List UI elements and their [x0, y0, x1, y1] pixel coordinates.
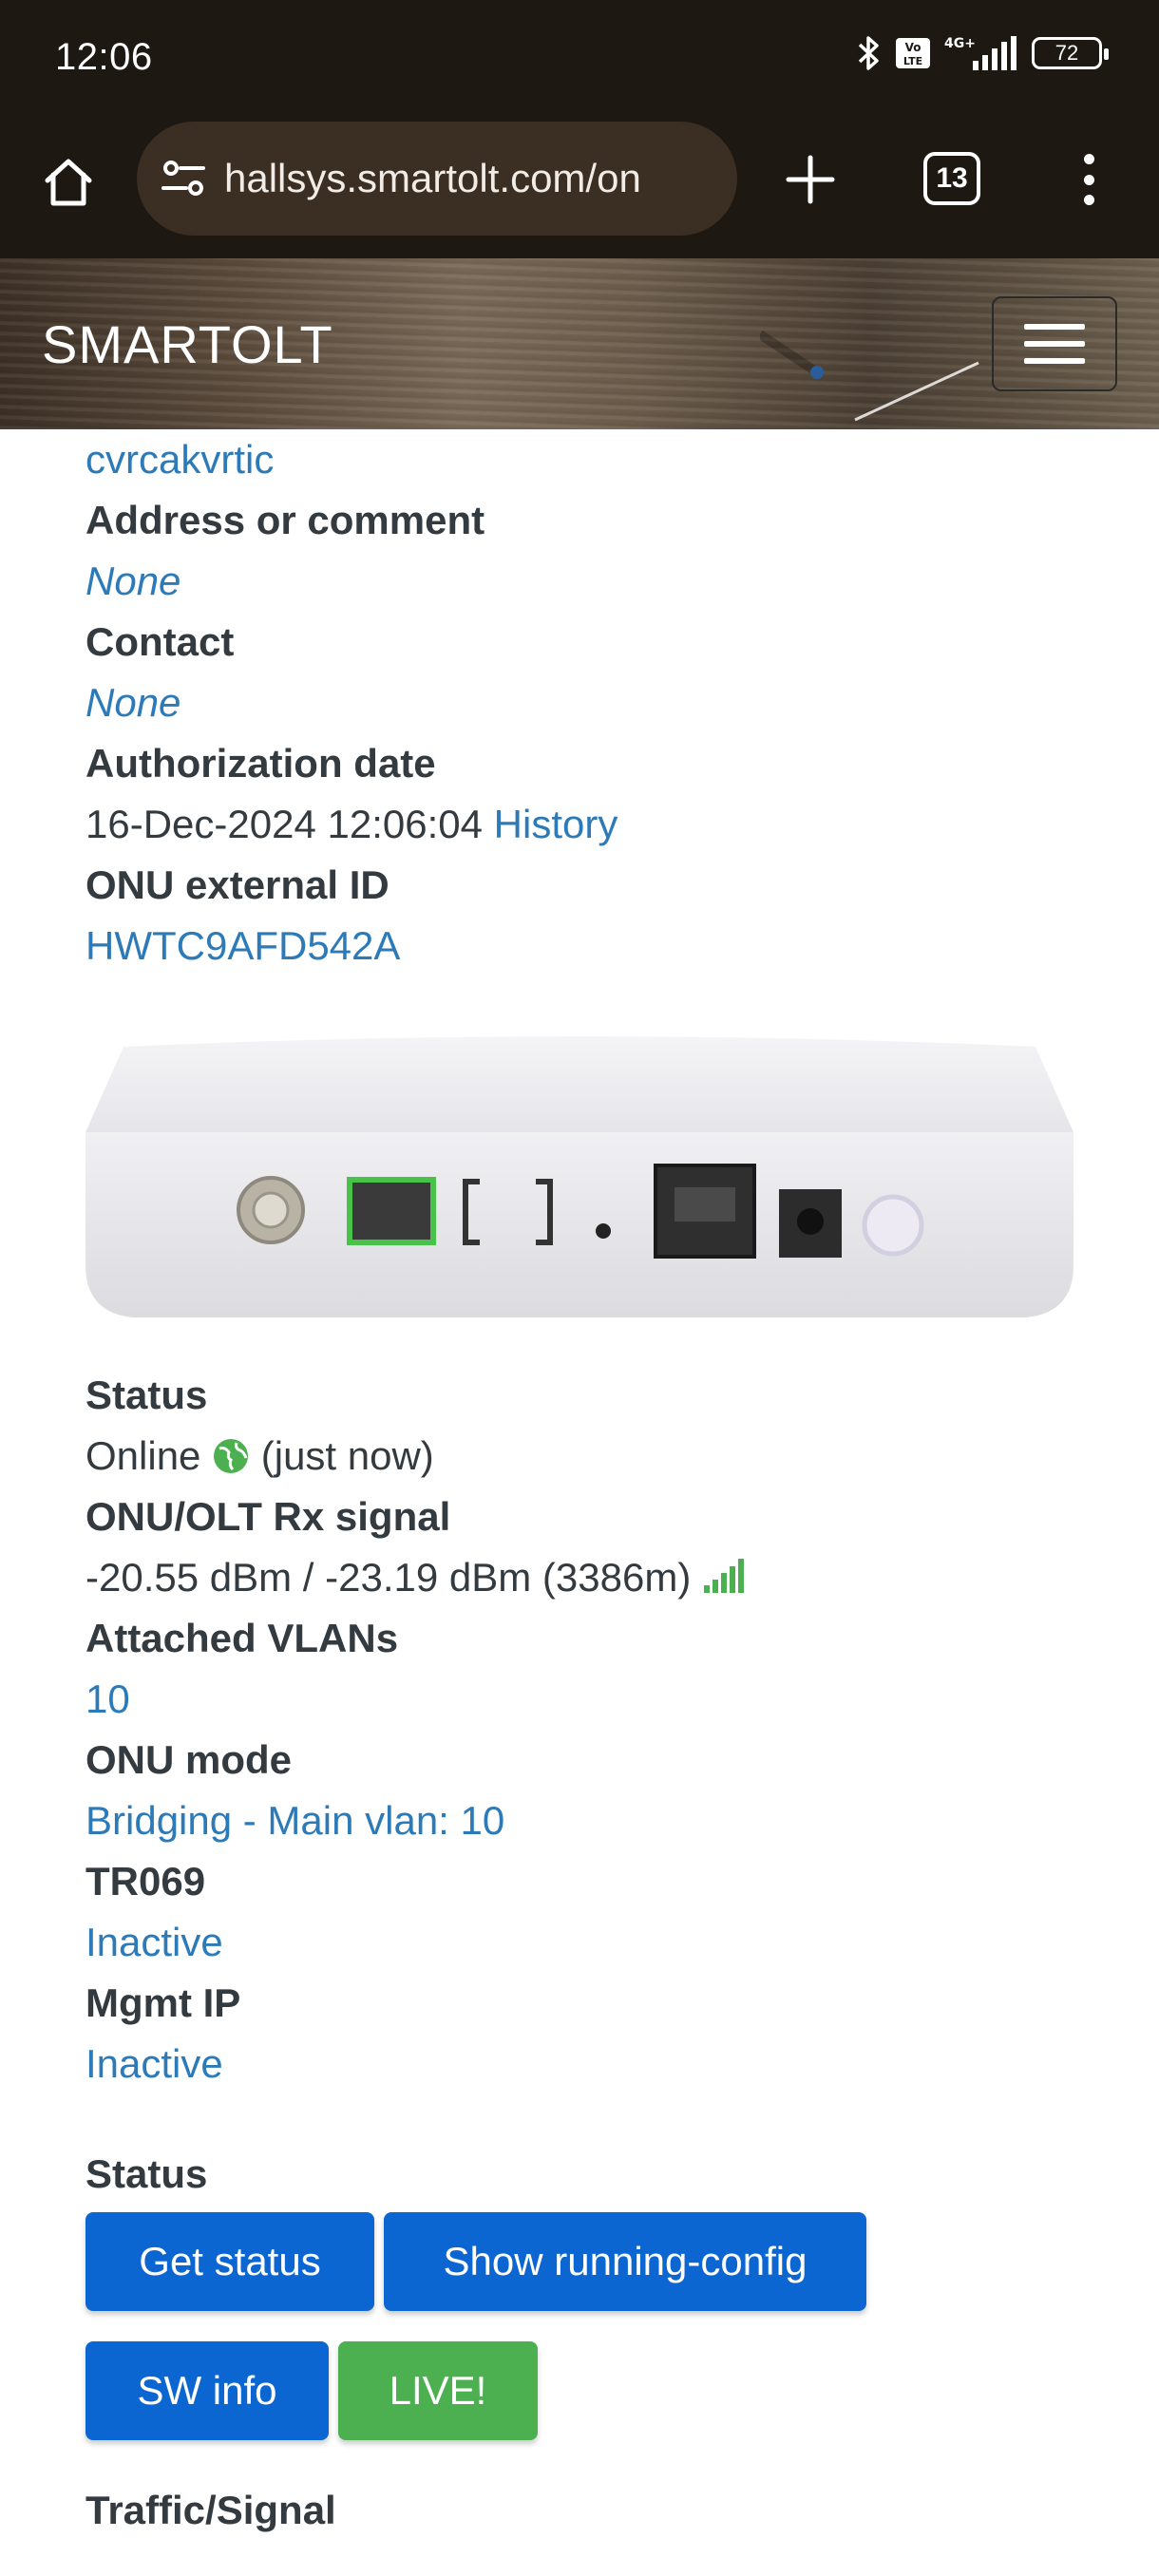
header-decoration — [760, 330, 979, 422]
battery-level: 72 — [1054, 41, 1079, 65]
nav-menu-toggle[interactable] — [992, 296, 1117, 391]
traffic-signal-heading: Traffic/Signal — [86, 2488, 336, 2532]
signal-strength-icon: 4G+ — [944, 36, 1016, 70]
svg-text:Vo: Vo — [905, 41, 922, 54]
onu-mode-value[interactable]: Bridging - Main vlan: 10 — [86, 1790, 1130, 1851]
bluetooth-icon — [858, 36, 879, 70]
plus-icon — [786, 155, 835, 204]
contact-label: Contact — [86, 619, 235, 664]
status-time: 12:06 — [55, 36, 153, 78]
onu-device-image — [86, 1036, 1074, 1317]
menu-dot-icon — [1083, 174, 1094, 185]
svg-text:LTE: LTE — [903, 55, 922, 67]
site-header: SMARTOLT — [0, 258, 1159, 429]
get-status-button[interactable]: Get status — [86, 2212, 374, 2311]
mgmt-ip-label: Mgmt IP — [86, 1980, 241, 2025]
new-tab-button[interactable] — [777, 146, 844, 213]
address-value[interactable]: None — [86, 551, 1130, 612]
actions-section-label: Status — [86, 2151, 208, 2196]
site-settings-icon — [162, 161, 205, 196]
tr069-value[interactable]: Inactive — [86, 1912, 1130, 1973]
external-id-label: ONU external ID — [86, 862, 390, 907]
rx-signal-label: ONU/OLT Rx signal — [86, 1494, 451, 1539]
rx-signal-row: -20.55 dBm / -23.19 dBm (3386m) — [86, 1547, 1130, 1608]
battery-icon: 72 — [1032, 37, 1109, 69]
authorization-date-label: Authorization date — [86, 741, 436, 786]
status-icons: Vo LTE 4G+ 72 — [857, 34, 1109, 72]
home-icon — [45, 159, 92, 206]
globe-online-icon — [214, 1439, 249, 1473]
onu-name-value[interactable]: cvrcakvrtic — [86, 429, 1130, 490]
actions-row-1: Get status Show running-config — [86, 2212, 1130, 2311]
hamburger-line — [1024, 324, 1085, 330]
status-value: Online — [86, 1433, 201, 1478]
svg-text:4G+: 4G+ — [944, 36, 976, 51]
tab-count: 13 — [936, 162, 968, 194]
menu-dot-icon — [1083, 154, 1094, 164]
sw-info-button[interactable]: SW info — [86, 2341, 329, 2440]
tab-switcher-button[interactable]: 13 — [923, 152, 980, 205]
authorization-date-row: 16-Dec-2024 12:06:04 History — [86, 794, 1130, 855]
browser-toolbar: hallsys.smartolt.com/on 13 — [0, 118, 1159, 258]
rx-signal-value: -20.55 dBm / -23.19 dBm (3386m) — [86, 1555, 692, 1600]
volte-icon: Vo LTE — [896, 38, 930, 68]
status-time-ago: (just now) — [260, 1433, 434, 1478]
onu-mode-label: ONU mode — [86, 1737, 293, 1782]
home-button[interactable] — [34, 148, 103, 217]
address-label: Address or comment — [86, 498, 485, 542]
brand-logo[interactable]: SMARTOLT — [42, 313, 333, 375]
external-id-value[interactable]: HWTC9AFD542A — [86, 916, 1130, 976]
hamburger-line — [1024, 341, 1085, 347]
menu-dot-icon — [1083, 195, 1094, 205]
authorization-date-value: 16-Dec-2024 12:06:04 — [86, 802, 483, 846]
system-status-bar: 12:06 Vo LTE 4G+ 72 — [0, 0, 1159, 118]
address-bar[interactable]: hallsys.smartolt.com/on — [137, 122, 737, 236]
url-text: hallsys.smartolt.com/on — [224, 156, 641, 200]
vlans-label: Attached VLANs — [86, 1616, 399, 1660]
show-running-config-button[interactable]: Show running-config — [384, 2212, 866, 2311]
status-row: Online (just now) — [86, 1426, 1130, 1487]
contact-value[interactable]: None — [86, 672, 1130, 733]
hamburger-line — [1024, 358, 1085, 364]
mgmt-ip-value[interactable]: Inactive — [86, 2034, 1130, 2094]
signal-bars-icon — [703, 1559, 744, 1593]
onu-details: cvrcakvrtic Address or comment None Cont… — [86, 429, 1130, 2541]
actions-row-2: SW info LIVE! — [86, 2341, 1130, 2440]
live-button[interactable]: LIVE! — [338, 2341, 538, 2440]
status-label: Status — [86, 1373, 208, 1417]
tr069-label: TR069 — [86, 1859, 206, 1904]
vlans-value[interactable]: 10 — [86, 1669, 1130, 1730]
history-link[interactable]: History — [494, 802, 618, 846]
browser-menu-button[interactable] — [1070, 146, 1108, 213]
